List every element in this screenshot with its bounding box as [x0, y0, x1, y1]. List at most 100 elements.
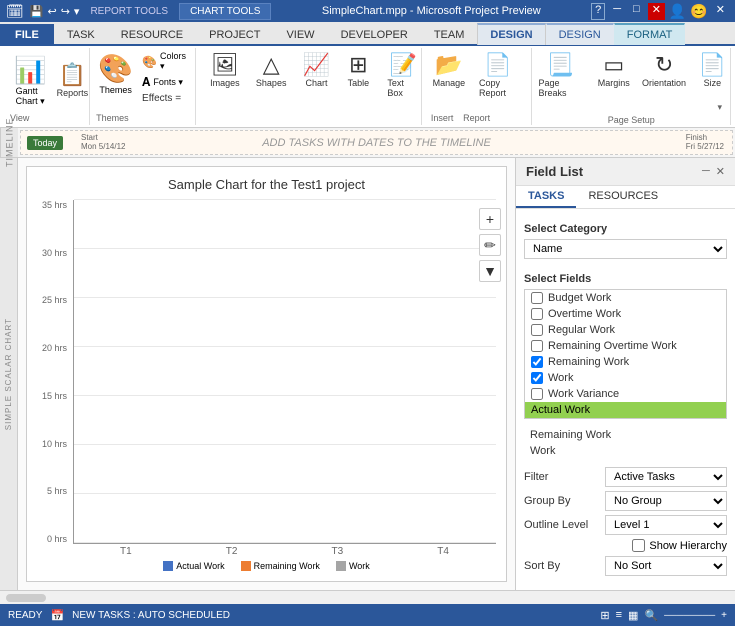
tab-view[interactable]: VIEW — [273, 24, 327, 45]
horizontal-scrollbar[interactable] — [0, 590, 735, 604]
field-item[interactable]: Remaining Overtime Work — [525, 338, 726, 354]
panel-pin-button[interactable]: ─ — [702, 165, 710, 178]
fields-list: Budget WorkOvertime WorkRegular WorkRema… — [524, 289, 727, 419]
y-axis-label: 35 hrs — [37, 200, 67, 210]
close-btn[interactable]: ✕ — [648, 3, 665, 20]
chart-icon: 📈 — [303, 54, 330, 76]
gantt-chart-button[interactable]: 📊 GanttChart ▾ — [10, 53, 50, 109]
page-breaks-button[interactable]: 📃 Page Breaks — [532, 50, 590, 102]
filter-select[interactable]: Active Tasks — [605, 467, 727, 487]
fonts-icon: 𝐀 — [142, 75, 150, 90]
field-checkbox[interactable] — [531, 292, 543, 304]
field-item[interactable]: Regular Work — [525, 322, 726, 338]
tab-tasks[interactable]: TASKS — [516, 186, 576, 208]
close-app-btn[interactable]: ✕ — [712, 3, 729, 20]
field-item[interactable]: Work — [525, 370, 726, 386]
status-icon-4[interactable]: 🔍 — [644, 609, 658, 622]
group-by-select[interactable]: No Group — [605, 491, 727, 511]
images-button[interactable]: 🖼 Images — [204, 50, 246, 102]
outline-level-row: Outline Level Level 1 — [524, 515, 727, 535]
show-hierarchy-row: Show Hierarchy — [524, 539, 727, 552]
panel-title: Field List — [526, 164, 583, 179]
table-button[interactable]: ⊞ Table — [340, 50, 376, 102]
field-checkbox[interactable] — [531, 340, 543, 352]
field-item[interactable]: Overtime Work — [525, 306, 726, 322]
field-name: Work Variance — [548, 388, 619, 400]
scrollbar-thumb[interactable] — [6, 594, 46, 602]
y-axis-label: 10 hrs — [37, 439, 67, 449]
field-checkbox[interactable] — [531, 324, 543, 336]
restore-btn[interactable]: □ — [629, 3, 644, 20]
outline-level-select[interactable]: Level 1 — [605, 515, 727, 535]
chart-tools-tab[interactable]: CHART TOOLS — [179, 3, 271, 20]
page-setup-expand[interactable]: ▾ — [717, 102, 722, 113]
copy-report-button[interactable]: 📄 Copy Report — [472, 50, 524, 102]
textbox-icon: 📝 — [390, 54, 417, 76]
show-hierarchy-checkbox[interactable] — [632, 539, 645, 552]
tab-task[interactable]: TASK — [54, 24, 108, 45]
chart-filter-button[interactable]: ▼ — [479, 260, 501, 282]
field-item[interactable]: Remaining Work — [525, 354, 726, 370]
minimize-btn[interactable]: ─ — [609, 3, 625, 20]
select-fields-label: Select Fields — [524, 273, 727, 285]
selected-field-item[interactable]: Remaining Work — [524, 427, 727, 443]
colors-button[interactable]: 🎨 Colors ▾ — [139, 50, 189, 73]
chart-add-button[interactable]: + — [479, 208, 501, 230]
tab-resources[interactable]: RESOURCES — [576, 186, 670, 208]
app-title: SimpleChart.mpp - Microsoft Project Prev… — [271, 5, 591, 17]
status-icon-1[interactable]: ⊞ — [600, 609, 609, 622]
shapes-button[interactable]: △ Shapes — [250, 50, 293, 102]
selected-field-item[interactable]: Work — [524, 443, 727, 459]
save-icon[interactable]: 💾 — [30, 5, 44, 18]
field-checkbox[interactable] — [531, 356, 543, 368]
manage-button[interactable]: 📂 Manage — [430, 50, 468, 92]
field-checkbox[interactable] — [531, 388, 543, 400]
legend-actual-work: Actual Work — [163, 561, 224, 571]
group-by-row: Group By No Group — [524, 491, 727, 511]
status-icon-2[interactable]: ≡ — [616, 609, 622, 621]
chart-container: Sample Chart for the Test1 project 35 hr… — [26, 166, 507, 582]
field-checkbox[interactable] — [531, 308, 543, 320]
y-axis-label: 15 hrs — [37, 391, 67, 401]
tab-team[interactable]: TEAM — [421, 24, 478, 45]
tab-developer[interactable]: DEVELOPER — [328, 24, 421, 45]
copy-report-icon: 📄 — [484, 54, 511, 76]
ribbon-tab-row: FILE TASK RESOURCE PROJECT VIEW DEVELOPE… — [0, 22, 735, 46]
help-btn[interactable]: ? — [591, 3, 605, 20]
status-icon-3[interactable]: ▦ — [628, 609, 638, 622]
themes-group: 🎨 Themes 🎨 Colors ▾ 𝐀 Fonts ▾ Effects = … — [90, 48, 196, 125]
chart-button[interactable]: 📈 Chart — [297, 50, 337, 102]
size-button[interactable]: 📄 Size — [694, 50, 731, 92]
sort-by-select[interactable]: No Sort — [605, 556, 727, 576]
tab-design-report[interactable]: DESIGN — [546, 23, 614, 45]
textbox-button[interactable]: 📝 Text Box — [380, 50, 427, 102]
textbox-label: Text Box — [387, 78, 420, 98]
report-tools-tab[interactable]: REPORT TOOLS — [79, 3, 179, 20]
group-by-label: Group By — [524, 495, 599, 507]
effects-button[interactable]: Effects = — [139, 92, 189, 105]
field-item[interactable]: Budget Work — [525, 290, 726, 306]
zoom-plus[interactable]: + — [721, 610, 727, 621]
panel-close-button[interactable]: ✕ — [716, 165, 725, 178]
redo-icon[interactable]: ↪ — [61, 5, 70, 18]
chart-edit-button[interactable]: ✏ — [479, 234, 501, 256]
field-item-highlighted[interactable]: Actual Work — [525, 402, 726, 418]
fonts-button[interactable]: 𝐀 Fonts ▾ — [139, 74, 189, 91]
tab-project[interactable]: PROJECT — [196, 24, 273, 45]
tab-format[interactable]: FORMAT — [614, 23, 686, 45]
tab-file[interactable]: FILE — [0, 24, 54, 45]
tab-design[interactable]: DESIGN — [477, 23, 545, 45]
category-select[interactable]: Name — [524, 239, 727, 259]
report-group-label: Report — [463, 111, 490, 123]
undo-icon[interactable]: ↩ — [47, 5, 56, 18]
reports-button[interactable]: 📋 Reports — [54, 60, 90, 102]
today-button[interactable]: Today — [27, 136, 63, 150]
orientation-button[interactable]: ↻ Orientation — [638, 50, 689, 92]
field-checkbox[interactable] — [531, 372, 543, 384]
field-item[interactable]: Work Variance — [525, 386, 726, 402]
tab-resource[interactable]: RESOURCE — [108, 24, 196, 45]
legend-dot-actual — [163, 561, 173, 571]
window-controls: ? ─ □ ✕ 👤 😊 ✕ — [591, 3, 729, 20]
themes-button[interactable]: 🎨 Themes — [96, 50, 135, 105]
margins-button[interactable]: ▭ Margins — [593, 50, 634, 92]
